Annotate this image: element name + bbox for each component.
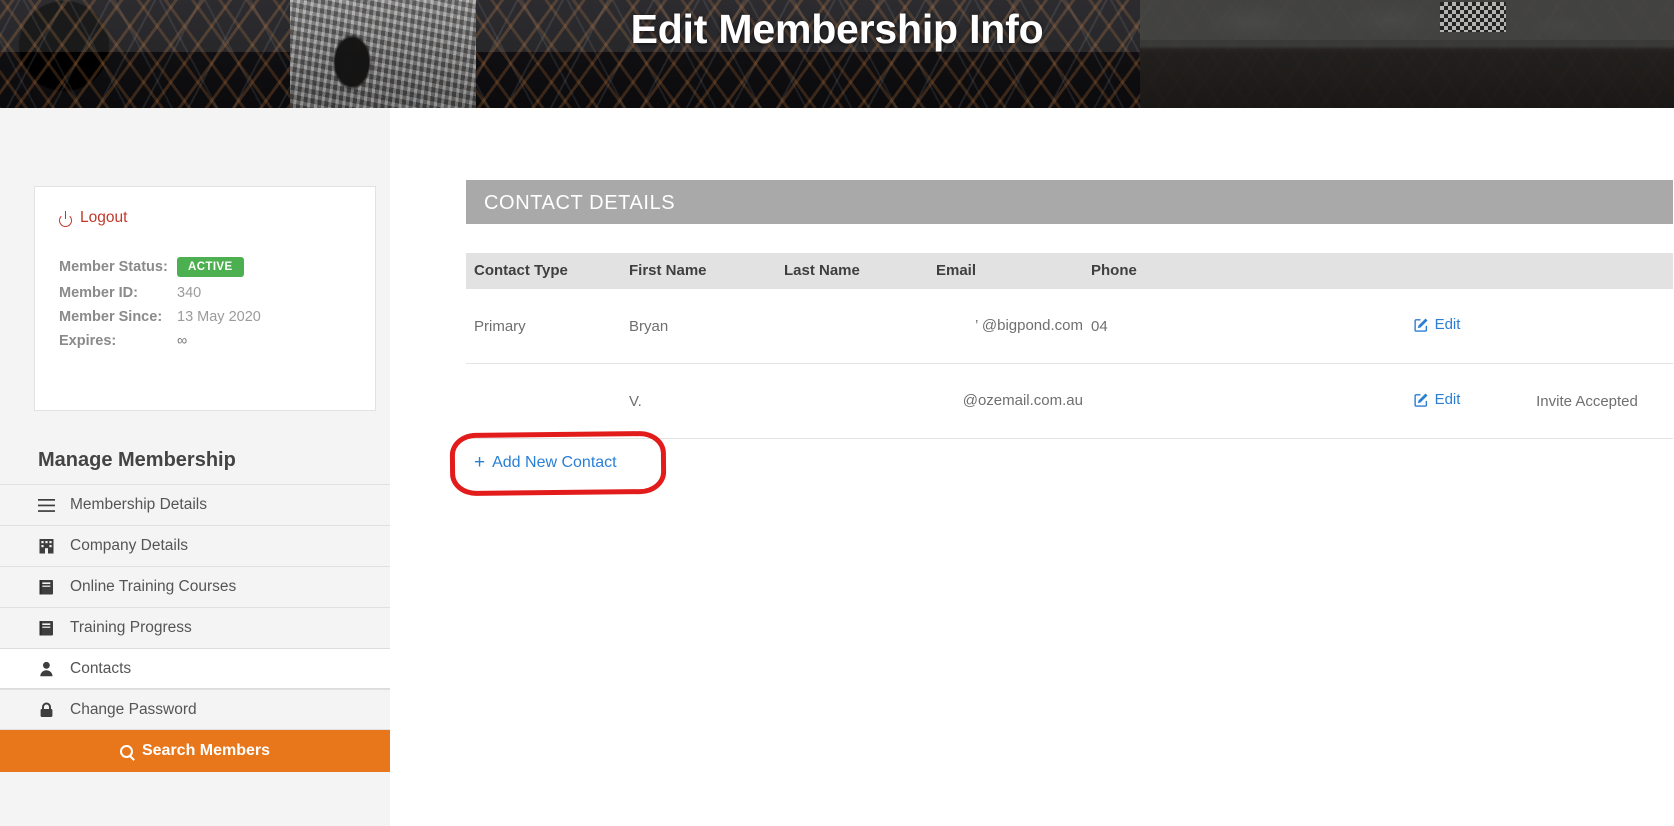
cell-last-name	[776, 289, 928, 364]
page-title: Edit Membership Info	[0, 0, 1674, 58]
sidebar-item-label: Online Training Courses	[70, 578, 236, 596]
sidebar-item-training-progress[interactable]: Training Progress	[0, 607, 390, 648]
power-icon	[59, 211, 73, 225]
plus-icon: +	[474, 453, 485, 472]
manage-membership-heading: Manage Membership	[38, 449, 390, 484]
edit-pencil-icon	[1414, 392, 1429, 407]
sidebar-item-change-password[interactable]: Change Password	[0, 689, 390, 730]
member-id-label: Member ID:	[59, 285, 177, 309]
sidebar: Logout Member Status: ACTIVE Member ID: …	[0, 108, 390, 826]
cell-edit-action: Edit	[1373, 289, 1493, 364]
add-new-contact-label: Add New Contact	[492, 454, 617, 472]
lock-icon	[38, 701, 55, 718]
hamburger-menu-icon	[38, 497, 55, 514]
search-icon	[120, 745, 133, 758]
status-badge: ACTIVE	[177, 257, 244, 277]
book-icon	[38, 620, 55, 637]
edit-contact-link[interactable]: Edit	[1414, 316, 1461, 333]
cell-invite-status: Invite Accepted	[1493, 364, 1673, 439]
contacts-table-head: Contact Type First Name Last Name Email …	[466, 253, 1673, 289]
contacts-table-body: Primary Bryan ’ @bigpond.com 04	[466, 289, 1673, 439]
member-expires-label: Expires:	[59, 333, 177, 357]
cell-email: ’ @bigpond.com	[928, 289, 1083, 364]
sidebar-item-label: Training Progress	[70, 619, 192, 637]
cell-contact-type	[466, 364, 621, 439]
column-header-last-name: Last Name	[776, 253, 928, 289]
cell-edit-action: Edit	[1373, 364, 1493, 439]
cell-first-name: V.	[621, 364, 776, 439]
person-icon	[38, 660, 55, 677]
member-since-value: 13 May 2020	[177, 309, 353, 333]
member-expires-value: ∞	[177, 333, 353, 357]
table-row: V. @ozemail.com.au Edit	[466, 364, 1673, 439]
logout-button[interactable]: Logout	[59, 209, 127, 227]
cell-first-name: Bryan	[621, 289, 776, 364]
book-icon	[38, 579, 55, 596]
member-status-row: Member Status: ACTIVE	[59, 257, 353, 285]
sidebar-item-label: Company Details	[70, 537, 188, 555]
member-info-card: Logout Member Status: ACTIVE Member ID: …	[34, 186, 376, 411]
edit-label: Edit	[1435, 316, 1461, 333]
contact-details-section-title: CONTACT DETAILS	[466, 180, 1673, 224]
building-icon	[38, 538, 55, 555]
table-row: Primary Bryan ’ @bigpond.com 04	[466, 289, 1673, 364]
add-contact-row: + Add New Contact	[466, 439, 1673, 488]
member-id-value: 340	[177, 285, 353, 309]
sidebar-nav: Membership Details Company Details	[0, 484, 390, 730]
column-header-first-name: First Name	[621, 253, 776, 289]
cell-invite-status	[1493, 289, 1673, 364]
add-new-contact-button[interactable]: + Add New Contact	[466, 439, 617, 488]
sidebar-item-contacts[interactable]: Contacts	[0, 648, 390, 689]
main-content: CONTACT DETAILS Contact Type First Name …	[390, 108, 1674, 826]
edit-pencil-icon	[1414, 317, 1429, 332]
sidebar-item-membership-details[interactable]: Membership Details	[0, 484, 390, 525]
column-header-actions	[1373, 253, 1493, 289]
member-since-label: Member Since:	[59, 309, 177, 333]
logout-label: Logout	[80, 209, 127, 227]
sidebar-item-label: Contacts	[70, 660, 131, 678]
sidebar-item-label: Membership Details	[70, 496, 207, 514]
page-header-banner: Edit Membership Info	[0, 0, 1674, 108]
cell-contact-type: Primary	[466, 289, 621, 364]
member-status-label: Member Status:	[59, 257, 177, 285]
column-header-contact-type: Contact Type	[466, 253, 621, 289]
table-header-row: Contact Type First Name Last Name Email …	[466, 253, 1673, 289]
search-members-button[interactable]: Search Members	[0, 730, 390, 772]
column-header-phone: Phone	[1083, 253, 1373, 289]
member-expires-row: Expires: ∞	[59, 333, 353, 357]
member-id-row: Member ID: 340	[59, 285, 353, 309]
sidebar-item-label: Change Password	[70, 701, 197, 719]
column-header-status	[1493, 253, 1673, 289]
cell-phone	[1083, 364, 1373, 439]
search-members-label: Search Members	[142, 742, 270, 760]
column-header-email: Email	[928, 253, 1083, 289]
member-meta-table: Member Status: ACTIVE Member ID: 340 Mem…	[59, 257, 353, 357]
member-status-value-cell: ACTIVE	[177, 257, 353, 285]
cell-phone: 04	[1083, 289, 1373, 364]
contacts-table: Contact Type First Name Last Name Email …	[466, 253, 1673, 439]
member-since-row: Member Since: 13 May 2020	[59, 309, 353, 333]
sidebar-item-company-details[interactable]: Company Details	[0, 525, 390, 566]
cell-last-name	[776, 364, 928, 439]
page-body: Logout Member Status: ACTIVE Member ID: …	[0, 108, 1674, 826]
cell-email: @ozemail.com.au	[928, 364, 1083, 439]
edit-label: Edit	[1435, 391, 1461, 408]
sidebar-item-online-training-courses[interactable]: Online Training Courses	[0, 566, 390, 607]
edit-contact-link[interactable]: Edit	[1414, 391, 1461, 408]
